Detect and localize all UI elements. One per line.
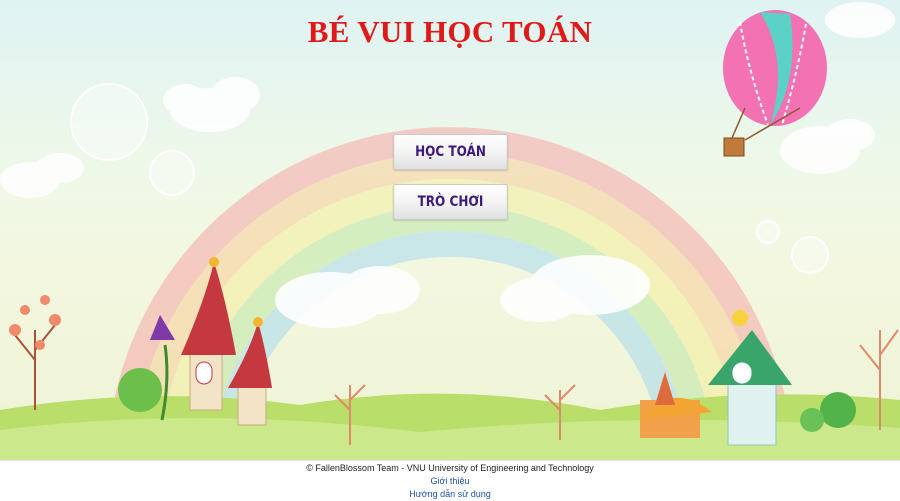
rainbow-landscape-illustration xyxy=(0,2,900,460)
copyright-text: © FallenBlossom Team - VNU University of… xyxy=(306,463,594,473)
learn-math-label: HỌC TOÁN xyxy=(415,144,486,160)
about-link[interactable]: Giới thiệu xyxy=(0,475,900,487)
learn-math-button[interactable]: HỌC TOÁN xyxy=(393,134,508,170)
page-title: BÉ VUI HỌC TOÁN xyxy=(307,14,593,49)
games-button[interactable]: TRÒ CHƠI xyxy=(393,184,508,220)
user-guide-link[interactable]: Hướng dẫn sử dụng xyxy=(0,488,900,500)
games-label: TRÒ CHƠI xyxy=(417,194,484,210)
background-scene: BÉ VUI HỌC TOÁN HỌC TOÁN TRÒ CHƠI xyxy=(0,0,900,460)
footer: © FallenBlossom Team - VNU University of… xyxy=(0,460,900,501)
